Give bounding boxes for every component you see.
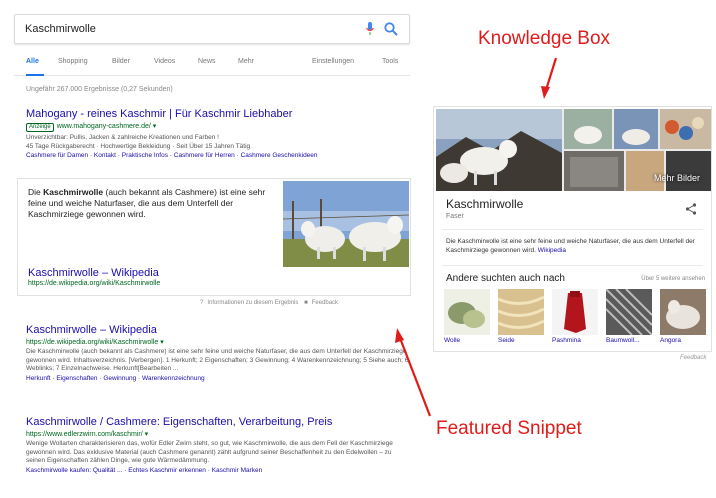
knowledge-box-arrow — [541, 57, 558, 99]
search-results-page: Kaschmirwolle Alle Shopping Bilder Video… — [0, 0, 716, 498]
annotation-arrows — [395, 57, 558, 417]
featured-snippet-arrow — [395, 328, 432, 417]
